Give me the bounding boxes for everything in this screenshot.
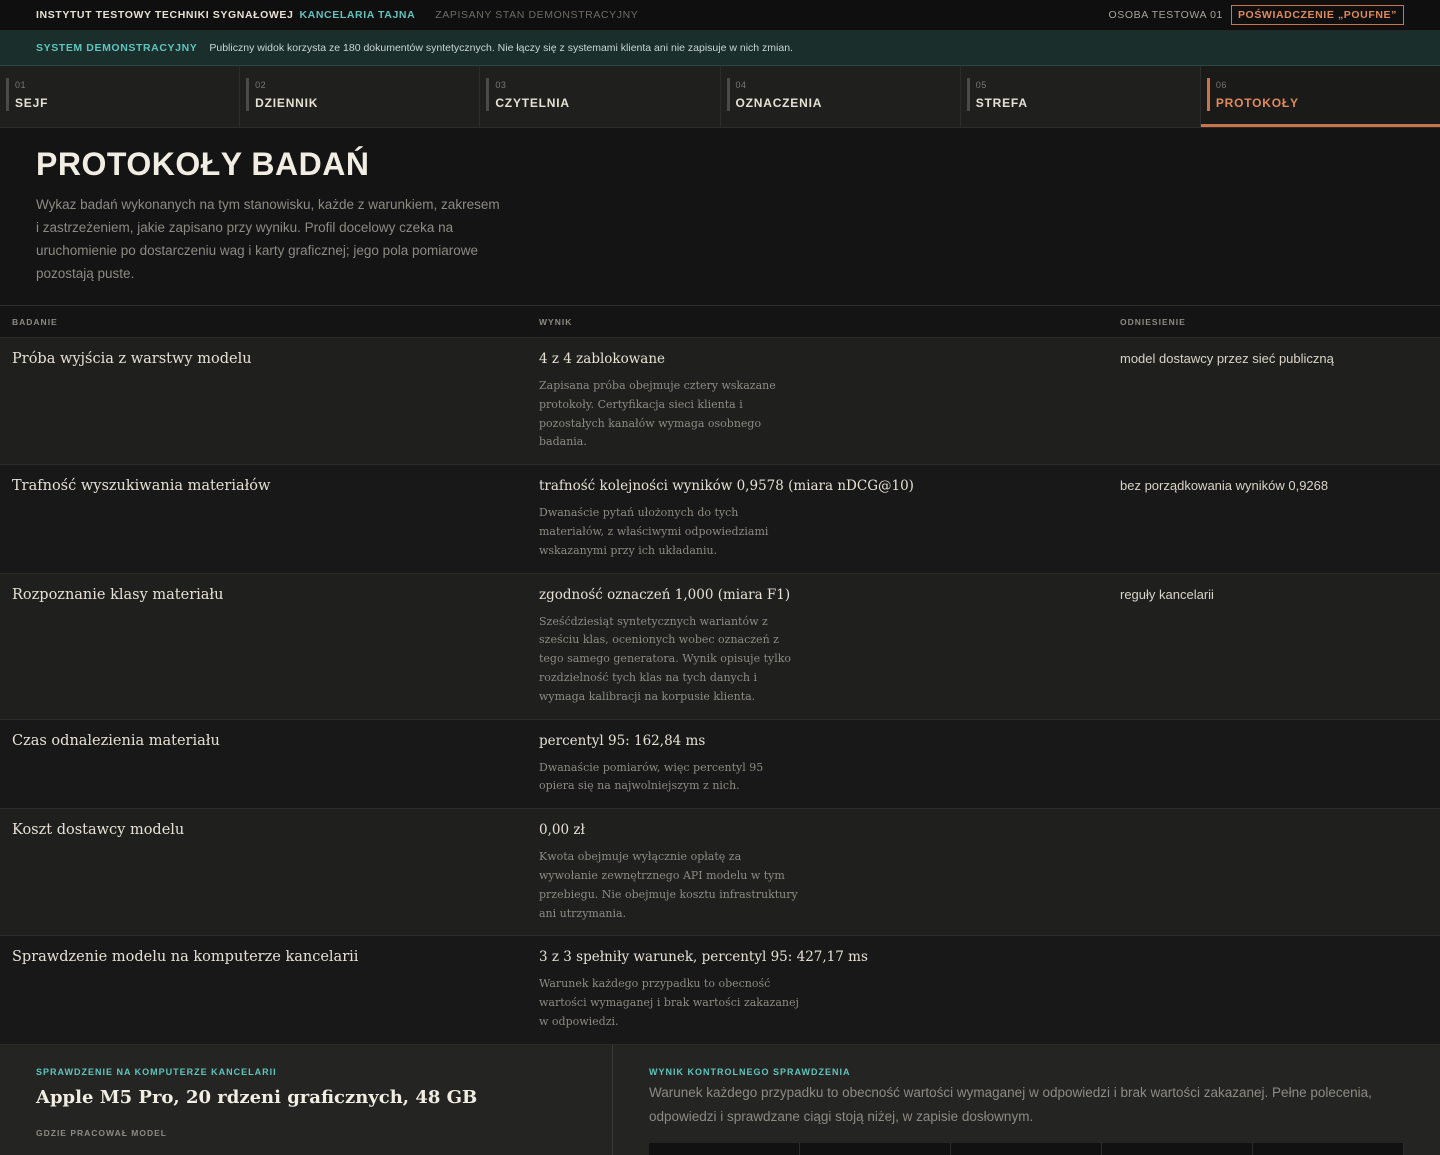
test-result: trafność kolejności wyników 0,9578 (miar… <box>539 478 914 495</box>
tab-number: 02 <box>255 80 267 90</box>
table-header-row: BADANIE WYNIK ODNIESIENIE <box>0 306 1440 338</box>
tab-protokoly[interactable]: 06 PROTOKOŁY <box>1200 66 1440 127</box>
tab-label: SEJF <box>15 96 49 110</box>
hardware-spec: Apple M5 Pro, 20 rdzeni graficznych, 48 … <box>36 1086 478 1108</box>
top-bar: INSTYTUT TESTOWY TECHNIKI SYGNAŁOWEJ KAN… <box>0 0 1440 31</box>
tab-number: 06 <box>1215 80 1227 90</box>
test-reference: model dostawcy przez sieć publiczną <box>1108 337 1440 466</box>
demo-banner: SYSTEM DEMONSTRACYJNY Publiczny widok ko… <box>0 31 1440 66</box>
test-result-cell: zgodność oznaczeń 1,000 (miara F1) Sześć… <box>527 573 1108 720</box>
test-note: Sześćdziesiąt syntetycznych wariantów z … <box>539 614 792 703</box>
test-result: zgodność oznaczeń 1,000 (miara F1) <box>539 586 791 603</box>
saved-state-label: ZAPISANY STAN DEMONSTRACYJNY <box>435 9 639 21</box>
test-result: 3 z 3 spełniły warunek, percentyl 95: 42… <box>539 949 868 966</box>
tab-label: CZYTELNIA <box>495 96 570 110</box>
page-header: PROTOKOŁY BADAŃ Wykaz badań wykonanych n… <box>0 128 1440 306</box>
test-name: Sprawdzenie modelu na komputerze kancela… <box>0 935 527 1045</box>
model-location-label: GDZIE PRACOWAŁ MODEL <box>36 1127 167 1138</box>
tab-number: 05 <box>975 80 987 90</box>
transcript-column <box>800 1142 951 1155</box>
test-name: Próba wyjścia z warstwy modelu <box>0 337 527 466</box>
banner-message: Publiczny widok korzysta ze 180 dokument… <box>209 42 793 54</box>
test-name: Rozpoznanie klasy materiału <box>0 573 527 720</box>
tab-label: DZIENNIK <box>255 96 319 110</box>
tab-czytelnia[interactable]: 03 CZYTELNIA <box>480 66 721 127</box>
test-result: 0,00 zł <box>539 822 585 839</box>
org-name: INSTYTUT TESTOWY TECHNIKI SYGNAŁOWEJ <box>36 9 294 21</box>
test-note: Dwanaście pytań ułożonych do tych materi… <box>539 506 769 557</box>
tab-label: PROTOKOŁY <box>1215 96 1299 110</box>
tab-sejf[interactable]: 01 SEJF <box>0 66 241 127</box>
department-name: KANCELARIA TAJNA <box>299 9 416 21</box>
tab-label: STREFA <box>975 96 1028 110</box>
tab-number: 03 <box>495 80 507 90</box>
tab-oznaczenia[interactable]: 04 OZNACZENIA <box>721 66 961 127</box>
test-note: Zapisana próba obejmuje cztery wskazane … <box>539 379 776 449</box>
test-result-cell: 4 z 4 zablokowane Zapisana próba obejmuj… <box>527 337 1108 466</box>
table-row: Trafność wyszukiwania materiałów trafnoś… <box>0 464 1440 574</box>
column-header-result: WYNIK <box>527 306 1108 338</box>
control-result-text: Warunek każdego przypadku to obecność wa… <box>649 1084 1372 1124</box>
protocols-table: BADANIE WYNIK ODNIESIENIE Próba wyjścia … <box>0 306 1440 1045</box>
test-result-cell: trafność kolejności wyników 0,9578 (miar… <box>527 464 1108 574</box>
test-reference: bez porządkowania wyników 0,9268 <box>1108 464 1440 574</box>
table-row: Próba wyjścia z warstwy modelu 4 z 4 zab… <box>0 337 1440 466</box>
tab-strefa[interactable]: 05 STREFA <box>961 66 1201 127</box>
transcript-table-top <box>649 1142 1404 1155</box>
tab-dziennik[interactable]: 02 DZIENNIK <box>240 66 481 127</box>
test-result-cell: 0,00 zł Kwota obejmuje wyłącznie opłatę … <box>527 808 1108 937</box>
test-result-cell: percentyl 95: 162,84 ms Dwanaście pomiar… <box>527 719 1108 810</box>
column-header-name: BADANIE <box>0 306 527 338</box>
table-row: Koszt dostawcy modelu 0,00 zł Kwota obej… <box>0 808 1440 937</box>
table-row: Czas odnalezienia materiału percentyl 95… <box>0 719 1440 810</box>
user-name: OSOBA TESTOWA 01 <box>1108 9 1223 21</box>
transcript-column <box>951 1142 1102 1155</box>
control-result-label: WYNIK KONTROLNEGO SPRAWDZENIA <box>649 1066 851 1077</box>
test-result: 4 z 4 zablokowane <box>539 351 666 367</box>
banner-tag: SYSTEM DEMONSTRACYJNY <box>36 42 198 54</box>
tab-number: 01 <box>15 80 27 90</box>
page-description: Wykaz badań wykonanych na tym stanowisku… <box>36 197 500 281</box>
main-tabs: 01 SEJF 02 DZIENNIK 03 CZYTELNIA 04 OZNA… <box>0 66 1440 128</box>
column-header-reference: ODNIESIENIE <box>1108 306 1440 338</box>
test-result: percentyl 95: 162,84 ms <box>539 732 706 749</box>
clearance-badge: POŚWIADCZENIE „POUFNE” <box>1230 5 1404 25</box>
tab-number: 04 <box>735 80 747 90</box>
transcript-column <box>1102 1142 1253 1155</box>
tab-label: OZNACZENIA <box>735 96 823 110</box>
test-reference: reguły kancelarii <box>1108 573 1440 720</box>
test-note: Warunek każdego przypadku to obecność wa… <box>539 977 799 1028</box>
transcript-column <box>1253 1142 1404 1155</box>
test-reference <box>1108 808 1440 937</box>
test-note: Dwanaście pomiarów, więc percentyl 95 op… <box>539 760 764 793</box>
test-name: Czas odnalezienia materiału <box>0 719 527 810</box>
test-result-cell: 3 z 3 spełniły warunek, percentyl 95: 42… <box>527 935 1108 1045</box>
table-row: Sprawdzenie modelu na komputerze kancela… <box>0 935 1440 1045</box>
hardware-panel-label: SPRAWDZENIE NA KOMPUTERZE KANCELARII <box>36 1066 277 1077</box>
test-name: Trafność wyszukiwania materiałów <box>0 464 527 574</box>
page-title: PROTOKOŁY BADAŃ <box>36 146 370 182</box>
transcript-column <box>649 1142 800 1155</box>
table-row: Rozpoznanie klasy materiału zgodność ozn… <box>0 573 1440 720</box>
test-reference <box>1108 935 1440 1045</box>
test-name: Koszt dostawcy modelu <box>0 808 527 937</box>
test-note: Kwota obejmuje wyłącznie opłatę za wywoł… <box>539 850 798 920</box>
test-reference <box>1108 719 1440 810</box>
